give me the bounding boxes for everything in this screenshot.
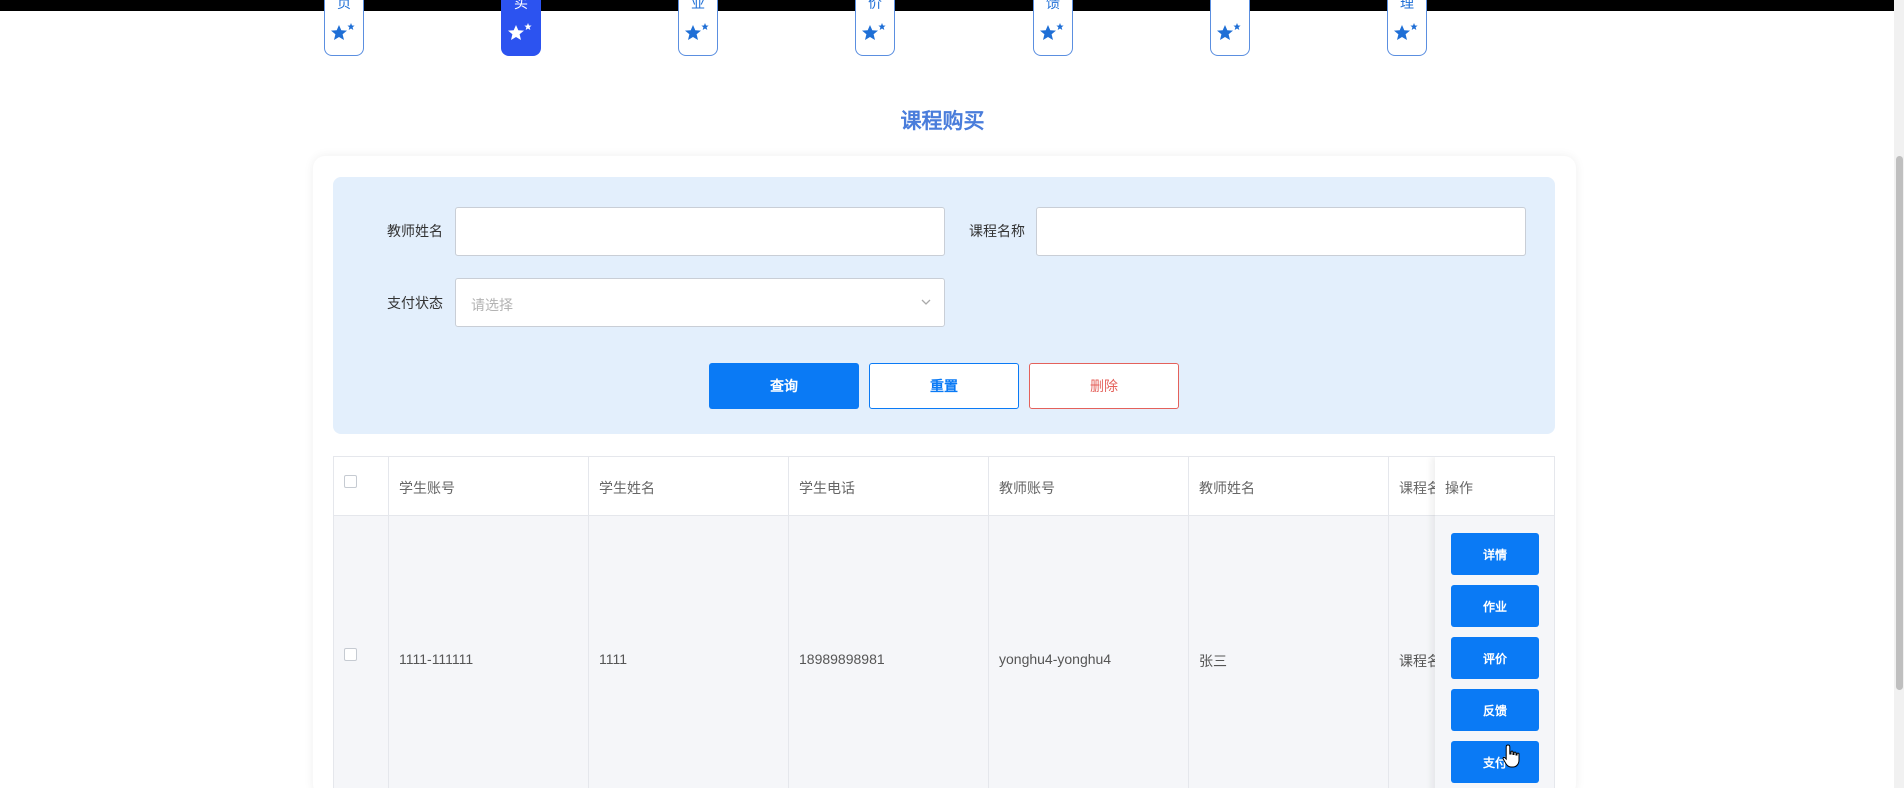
cell-student-phone: 18989898981	[799, 651, 885, 667]
page-title: 课程购买	[900, 110, 985, 133]
pay-status-placeholder: 请选择	[471, 297, 513, 313]
cell-teacher-name: 张三	[1199, 653, 1227, 669]
stars-icon	[1040, 23, 1064, 40]
course-name-input[interactable]	[1036, 207, 1526, 256]
hand-cursor-icon	[1502, 744, 1520, 768]
cell-student-account: 1111-111111	[399, 651, 474, 667]
table-row	[334, 516, 1554, 788]
feedback-button[interactable]: 反馈	[1451, 689, 1539, 731]
header-student-name: 学生姓名	[599, 480, 655, 496]
pay-status-label: 支付状态	[387, 295, 443, 311]
chevron-down-icon	[921, 299, 931, 305]
nav-tab-home[interactable]: 页	[324, 0, 364, 56]
scrollbar-thumb[interactable]	[1896, 156, 1903, 690]
data-table: 学生账号 学生姓名 学生电话 教师账号 教师姓名 课程名 1111-111111…	[333, 456, 1555, 788]
query-button[interactable]: 查询	[709, 363, 859, 409]
column-divider	[1188, 457, 1189, 788]
stars-icon	[508, 23, 532, 40]
header-student-phone: 学生电话	[799, 480, 855, 496]
header-operations: 操作	[1445, 480, 1473, 496]
nav-tab-label: 页	[337, 0, 351, 10]
column-divider	[988, 457, 989, 788]
nav-tab-label: 业	[691, 0, 705, 10]
pay-status-select[interactable]: 请选择	[455, 278, 945, 327]
header-student-account: 学生账号	[399, 480, 455, 496]
detail-button[interactable]: 详情	[1451, 533, 1539, 575]
stars-icon	[1394, 23, 1418, 40]
teacher-name-input[interactable]	[455, 207, 945, 256]
nav-tab-6[interactable]	[1210, 0, 1250, 56]
nav-tab-homework[interactable]: 业	[678, 0, 718, 56]
cell-teacher-account: yonghu4-yonghu4	[999, 651, 1112, 667]
homework-button[interactable]: 作业	[1451, 585, 1539, 627]
course-name-label: 课程名称	[969, 223, 1025, 239]
header-teacher-account: 教师账号	[999, 480, 1055, 496]
search-panel: 教师姓名 课程名称 支付状态 请选择 查询 重置 删除	[333, 177, 1555, 434]
stars-icon	[862, 23, 886, 40]
nav-tab-label: 馈	[1046, 0, 1060, 10]
top-bar	[0, 0, 1904, 11]
nav-tab-label: 理	[1400, 0, 1414, 10]
column-divider	[1388, 457, 1389, 788]
nav-tab-label: 价	[868, 0, 882, 10]
operations-column: 操作 详情 作业 评价 反馈 支付	[1435, 457, 1554, 788]
nav-tab-feedback[interactable]: 馈	[1033, 0, 1073, 56]
ops-header-cell: 操作	[1435, 457, 1554, 516]
teacher-name-label: 教师姓名	[387, 223, 443, 239]
stars-icon	[1217, 23, 1241, 40]
table-header-row	[334, 457, 1554, 516]
cell-student-name: 1111	[599, 651, 628, 667]
pay-button[interactable]: 支付	[1451, 741, 1539, 783]
column-divider	[588, 457, 589, 788]
select-all-checkbox[interactable]	[344, 475, 357, 488]
nav-tab-review[interactable]: 价	[855, 0, 895, 56]
reset-button[interactable]: 重置	[869, 363, 1019, 409]
column-divider	[388, 457, 389, 788]
row-checkbox[interactable]	[344, 648, 357, 661]
header-teacher-name: 教师姓名	[1199, 480, 1255, 496]
stars-icon	[331, 23, 355, 40]
column-divider	[788, 457, 789, 788]
nav-tab-buy[interactable]: 买	[501, 0, 541, 56]
nav-tab-manage[interactable]: 理	[1387, 0, 1427, 56]
stars-icon	[685, 23, 709, 40]
delete-button[interactable]: 删除	[1029, 363, 1179, 409]
review-button[interactable]: 评价	[1451, 637, 1539, 679]
nav-tab-label: 买	[514, 0, 528, 10]
